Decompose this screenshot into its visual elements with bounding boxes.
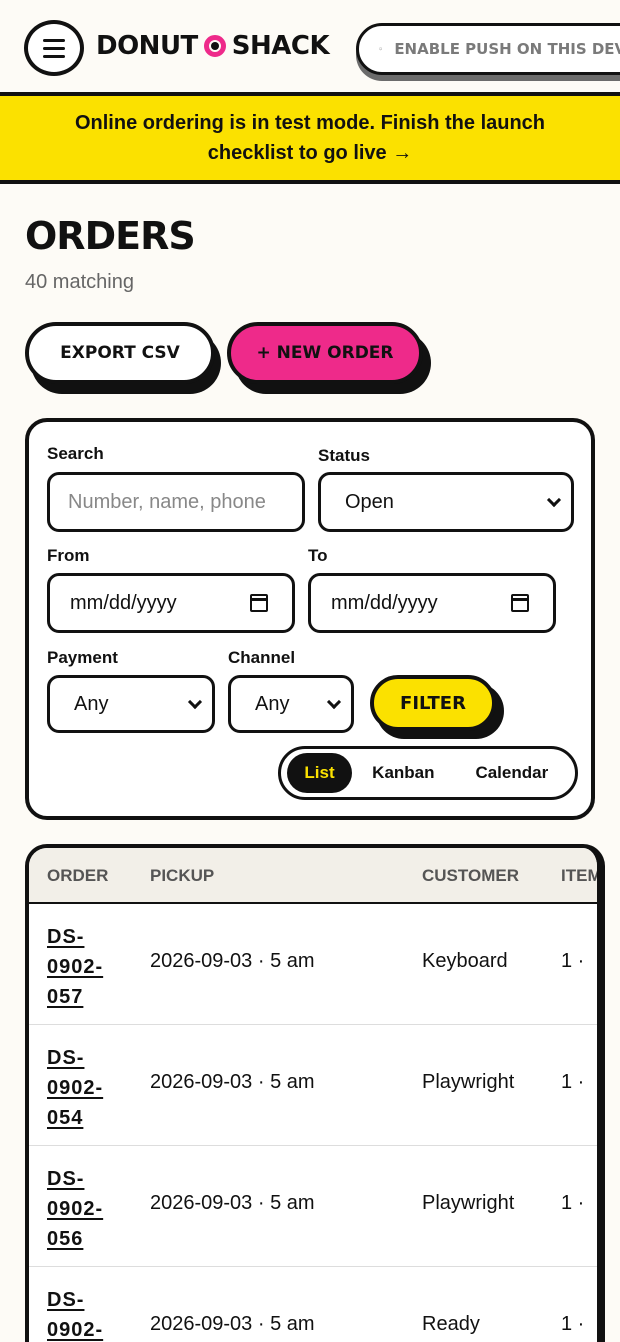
- banner-text: Online ordering is in test mode. Finish …: [74, 112, 546, 164]
- to-date-input[interactable]: mm/dd/yyyy: [308, 573, 556, 633]
- export-button-wrap: EXPORT CSV: [25, 322, 221, 394]
- items-cell: 1 ·: [561, 1071, 585, 1093]
- bell-icon: [379, 47, 383, 51]
- enable-push-button[interactable]: ENABLE PUSH ON THIS DEVICE: [356, 23, 620, 75]
- chevron-down-icon: [187, 694, 203, 710]
- status-select[interactable]: Open: [318, 472, 574, 532]
- menu-icon-bar: [43, 54, 65, 58]
- column-header-items[interactable]: ITEMS: [561, 866, 597, 886]
- customer-cell: Playwright: [422, 1192, 515, 1214]
- customer-cell: Ready: [422, 1313, 480, 1335]
- brand-name-right: SHACK: [231, 31, 330, 61]
- calendar-icon[interactable]: [511, 594, 529, 612]
- brand-name-left: DONUT: [96, 31, 198, 61]
- top-header: DONUT SHACK ENABLE PUSH ON THIS DEVICE: [0, 0, 620, 92]
- enable-push-label: ENABLE PUSH ON THIS DEVICE: [394, 40, 620, 58]
- new-order-button-wrap: + NEW ORDER: [227, 322, 431, 394]
- search-label: Search: [47, 444, 104, 463]
- filter-panel: Search Number, name, phone Status Open F…: [25, 418, 595, 820]
- menu-icon-bar: [43, 46, 65, 50]
- items-cell: 1 ·: [561, 950, 585, 972]
- search-input[interactable]: Number, name, phone: [47, 472, 305, 532]
- pickup-cell: 2026-09-03 · 5 am: [150, 1071, 315, 1093]
- view-tab-kanban[interactable]: Kanban: [352, 753, 455, 793]
- order-number-link[interactable]: DS-0902-057: [47, 922, 137, 1012]
- pickup-cell: 2026-09-03 · 5 am: [150, 950, 315, 972]
- pickup-cell: 2026-09-03 · 5 am: [150, 1192, 315, 1214]
- from-label: From: [47, 546, 90, 565]
- view-tab-calendar[interactable]: Calendar: [455, 753, 569, 793]
- donut-icon: [203, 35, 226, 57]
- payment-select[interactable]: Any: [47, 675, 215, 733]
- search-placeholder: Number, name, phone: [68, 490, 266, 513]
- view-tab-list[interactable]: List: [287, 753, 353, 793]
- order-number-link[interactable]: DS-0902-056: [47, 1164, 137, 1254]
- orders-table: ORDER PICKUP CUSTOMER ITEMS DS-0902-057 …: [25, 844, 605, 1342]
- column-header-order[interactable]: ORDER: [47, 866, 108, 886]
- column-header-customer[interactable]: CUSTOMER: [422, 866, 519, 886]
- table-row[interactable]: DS-0902-056 2026-09-03 · 5 am Playwright…: [29, 1146, 597, 1267]
- from-date-input[interactable]: mm/dd/yyyy: [47, 573, 295, 633]
- customer-cell: Playwright: [422, 1071, 515, 1093]
- new-order-button[interactable]: + NEW ORDER: [227, 322, 423, 384]
- order-number-link[interactable]: DS-0902-054: [47, 1043, 137, 1133]
- brand-logo[interactable]: DONUT SHACK: [96, 28, 330, 64]
- page-title: ORDERS: [25, 214, 196, 258]
- from-date-value: mm/dd/yyyy: [70, 591, 177, 614]
- status-label: Status: [318, 446, 370, 465]
- calendar-icon[interactable]: [250, 594, 268, 612]
- matching-count: 40 matching: [25, 271, 134, 293]
- view-switcher: List Kanban Calendar: [278, 746, 578, 800]
- order-number-link[interactable]: DS-0902-: [47, 1285, 137, 1342]
- filter-button[interactable]: FILTER: [370, 675, 496, 731]
- pickup-cell: 2026-09-03 · 5 am: [150, 1313, 315, 1335]
- table-row[interactable]: DS-0902-054 2026-09-03 · 5 am Playwright…: [29, 1025, 597, 1146]
- chevron-down-icon: [326, 694, 342, 710]
- table-row[interactable]: DS-0902-057 2026-09-03 · 5 am Keyboard 1…: [29, 904, 597, 1025]
- payment-label: Payment: [47, 648, 118, 667]
- export-csv-button[interactable]: EXPORT CSV: [25, 322, 215, 384]
- channel-label: Channel: [228, 648, 296, 667]
- status-value: Open: [345, 490, 394, 513]
- items-cell: 1 ·: [561, 1192, 585, 1214]
- to-label: To: [308, 546, 328, 565]
- column-header-pickup[interactable]: PICKUP: [150, 866, 214, 886]
- channel-value: Any: [255, 692, 290, 715]
- table-row[interactable]: DS-0902- 2026-09-03 · 5 am Ready 1 ·: [29, 1267, 597, 1342]
- test-mode-banner[interactable]: Online ordering is in test mode. Finish …: [0, 92, 620, 184]
- menu-button[interactable]: [24, 20, 84, 76]
- menu-icon-bar: [43, 38, 65, 42]
- channel-select[interactable]: Any: [228, 675, 354, 733]
- to-date-value: mm/dd/yyyy: [331, 591, 438, 614]
- payment-value: Any: [74, 692, 109, 715]
- table-header: ORDER PICKUP CUSTOMER ITEMS: [29, 848, 597, 904]
- chevron-down-icon: [546, 492, 562, 508]
- customer-cell: Keyboard: [422, 950, 508, 972]
- items-cell: 1 ·: [561, 1313, 585, 1335]
